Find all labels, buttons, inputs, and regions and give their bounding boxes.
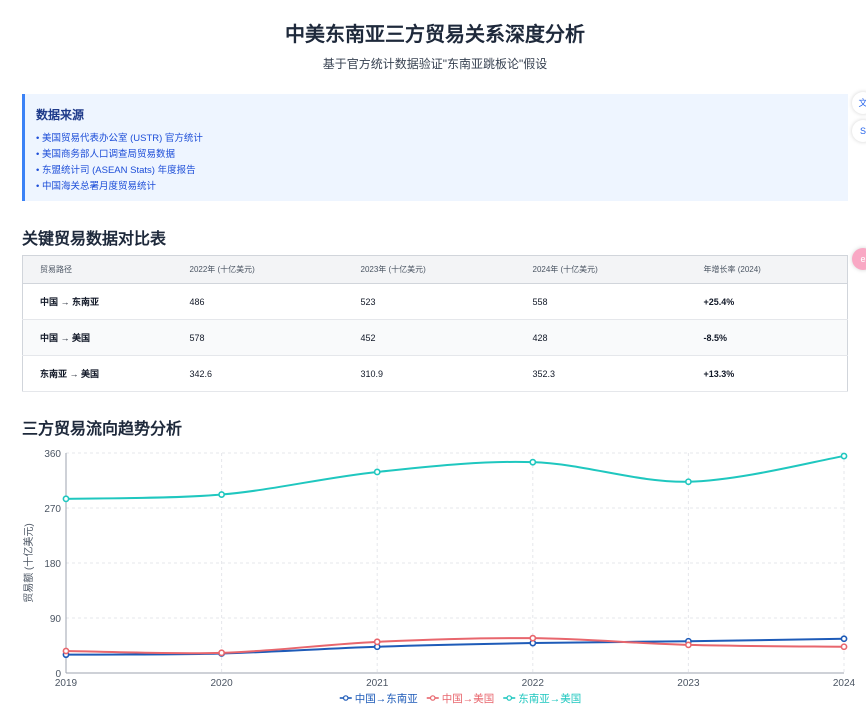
data-point	[373, 468, 381, 476]
data-point	[218, 649, 225, 657]
data-source-item: 美国贸易代表办公室 (USTR) 官方统计	[36, 131, 848, 147]
chart-section-title: 三方贸易流向趋势分析	[22, 421, 183, 438]
column-header: 年增长率 (2024)	[686, 255, 848, 284]
y-tick-label: 270	[44, 504, 61, 515]
column-header: 贸易路径	[22, 255, 173, 284]
data-point	[62, 495, 70, 503]
page-subtitle: 基于官方统计数据验证"东南亚跳板论"假设	[322, 57, 548, 71]
x-tick-label: 2023	[677, 678, 700, 689]
data-point	[685, 478, 692, 486]
table-row: 中国 → 美国 578 452 428 -8.5%	[22, 319, 848, 356]
data-point	[62, 647, 70, 655]
value-cell: 558	[515, 283, 687, 320]
data-point	[529, 634, 537, 642]
page-title: 中美东南亚三方贸易关系深度分析	[285, 24, 585, 46]
translate-icon[interactable]: 文	[852, 92, 866, 114]
floating-widget-icon[interactable]: e	[852, 248, 866, 270]
data-source-item: 东盟统计司 (ASEAN Stats) 年度报告	[36, 163, 848, 179]
column-header: 2023年 (十亿美元)	[343, 255, 516, 284]
column-header: 2024年 (十亿美元)	[515, 255, 687, 284]
data-point	[840, 635, 848, 643]
table-row: 中国 → 东南亚 486 523 558 +25.4%	[22, 283, 848, 320]
data-source-item: 美国商务部人口调查局贸易数据	[36, 147, 848, 163]
value-cell: 310.9	[343, 355, 516, 392]
legend-label: 中国→东南亚	[355, 692, 418, 705]
data-point	[373, 638, 381, 646]
route-cell: 中国 → 东南亚	[22, 283, 173, 320]
route-cell: 中国 → 美国	[22, 319, 173, 356]
x-tick-label: 2022	[522, 678, 545, 689]
y-tick-label: 180	[44, 559, 61, 570]
data-point	[840, 643, 848, 651]
legend-marker	[506, 695, 513, 701]
data-source-item: 中国海关总署月度贸易统计	[36, 179, 848, 195]
value-cell: 578	[172, 319, 344, 356]
data-point	[840, 452, 848, 460]
x-tick-label: 2020	[210, 678, 233, 689]
value-cell: 352.3	[515, 355, 687, 392]
growth-cell: +25.4%	[686, 283, 848, 320]
y-tick-label: 90	[50, 614, 62, 625]
x-tick-label: 2019	[55, 678, 78, 689]
legend-marker	[342, 695, 349, 701]
y-axis-label: 贸易额 (十亿美元)	[22, 523, 35, 602]
column-header: 2022年 (十亿美元)	[172, 255, 344, 284]
growth-cell: -8.5%	[686, 319, 848, 356]
table-header-row: 贸易路径 2022年 (十亿美元) 2023年 (十亿美元) 2024年 (十亿…	[22, 255, 848, 284]
data-point	[218, 491, 225, 498]
legend-marker	[429, 695, 436, 701]
legend-label: 中国→美国	[442, 692, 495, 705]
value-cell: 342.6	[172, 355, 344, 392]
route-cell: 东南亚 → 美国	[22, 355, 173, 392]
assistant-icon[interactable]: S	[852, 120, 866, 142]
value-cell: 452	[343, 319, 516, 356]
trade-trend-line-chart: 0901802703602019 2020 2021 2022 2023 2024贸易额 …	[22, 449, 856, 705]
legend-label: 东南亚→美国	[518, 692, 581, 705]
x-tick-label: 2024	[833, 678, 856, 689]
value-cell: 428	[515, 319, 687, 356]
table-section-title: 关键贸易数据对比表	[22, 231, 167, 248]
data-source-list: 美国贸易代表办公室 (USTR) 官方统计 美国商务部人口调查局贸易数据 东盟统…	[36, 131, 848, 195]
data-source-panel: 数据来源 美国贸易代表办公室 (USTR) 官方统计 美国商务部人口调查局贸易数…	[22, 94, 848, 201]
value-cell: 523	[343, 283, 516, 320]
y-tick-label: 360	[44, 449, 61, 460]
table-row: 东南亚 → 美国 342.6 310.9 352.3 +13.3%	[22, 355, 848, 392]
data-source-title: 数据来源	[36, 108, 85, 122]
series-line	[65, 455, 845, 500]
x-tick-label: 2021	[366, 678, 389, 689]
growth-cell: +13.3%	[686, 355, 848, 392]
trade-comparison-table: 贸易路径 2022年 (十亿美元) 2023年 (十亿美元) 2024年 (十亿…	[22, 255, 848, 392]
data-point	[685, 641, 692, 649]
data-point	[529, 458, 537, 466]
value-cell: 486	[172, 283, 344, 320]
